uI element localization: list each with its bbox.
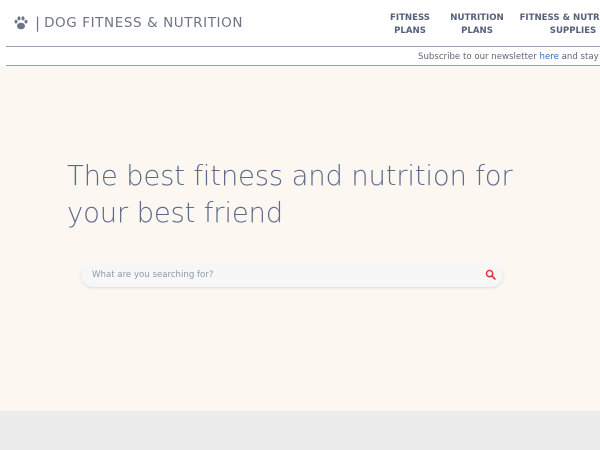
nav-fitness-plans[interactable]: FITNESS PLANS xyxy=(385,12,435,38)
search-input[interactable] xyxy=(90,265,474,285)
header-bottom-divider xyxy=(6,65,600,66)
brand-title[interactable]: DOG FITNESS & NUTRITION xyxy=(44,15,243,31)
newsletter-suffix: and stay up xyxy=(561,52,600,62)
newsletter-link[interactable]: here xyxy=(540,52,559,62)
nav-nutrition-plans[interactable]: NUTRITION PLANS xyxy=(447,12,507,38)
nav-fitness-nutrition-supplies[interactable]: FITNESS & NUTRITION SUPPLIES xyxy=(518,12,600,38)
header-divider xyxy=(6,46,600,47)
brand[interactable]: | DOG FITNESS & NUTRITION xyxy=(13,15,243,31)
newsletter-banner: Subscribe to our newsletter here and sta… xyxy=(418,52,600,62)
footer-section xyxy=(0,411,600,450)
search-bar[interactable] xyxy=(81,262,503,287)
hero-title: The best fitness and nutrition for your … xyxy=(67,160,513,229)
paw-icon xyxy=(14,16,28,30)
brand-separator: | xyxy=(35,14,41,32)
search-icon[interactable] xyxy=(485,269,496,280)
site-header: | DOG FITNESS & NUTRITION FITNESS PLANS … xyxy=(0,0,600,66)
newsletter-prefix: Subscribe to our newsletter xyxy=(418,52,540,62)
